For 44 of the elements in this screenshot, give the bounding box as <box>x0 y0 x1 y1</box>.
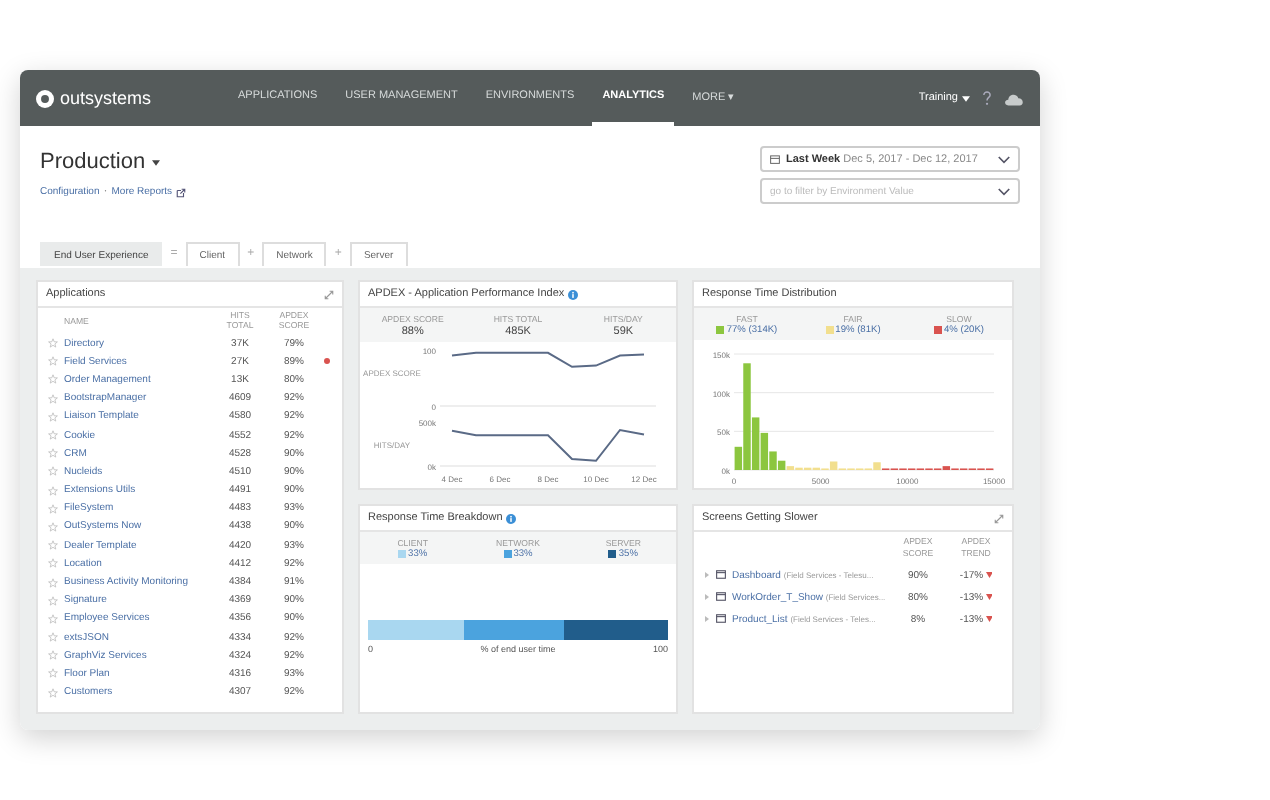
info-icon[interactable] <box>506 513 517 523</box>
star-icon[interactable] <box>48 613 58 624</box>
star-icon[interactable] <box>48 668 58 679</box>
star-icon[interactable] <box>48 411 58 422</box>
caret-icon <box>962 95 970 101</box>
star-icon[interactable] <box>48 687 58 698</box>
page-title: Production <box>40 150 146 174</box>
caret-icon[interactable] <box>151 159 160 165</box>
logo-text: outsystems <box>60 88 152 108</box>
bar-segment <box>368 620 464 640</box>
star-icon[interactable] <box>48 595 58 606</box>
star-icon[interactable] <box>48 503 58 514</box>
down-triangle-icon <box>985 594 993 600</box>
star-icon[interactable] <box>48 521 58 532</box>
star-icon[interactable] <box>48 485 58 496</box>
star-icon[interactable] <box>48 448 58 459</box>
bar-segment <box>563 620 668 640</box>
star-icon[interactable] <box>48 393 58 404</box>
star-icon[interactable] <box>48 338 58 349</box>
star-icon[interactable] <box>48 430 58 441</box>
chevron-down-icon <box>998 187 1010 195</box>
screen-icon <box>716 614 726 624</box>
star-icon[interactable] <box>48 374 58 385</box>
star-icon[interactable] <box>48 540 58 551</box>
info-icon[interactable] <box>568 289 579 299</box>
expand-icon[interactable] <box>994 513 1004 523</box>
cloud-icon[interactable] <box>1004 91 1024 105</box>
down-triangle-icon <box>985 616 993 622</box>
star-icon[interactable] <box>48 558 58 569</box>
screen-icon <box>716 592 726 602</box>
star-icon[interactable] <box>48 632 58 643</box>
help-icon[interactable] <box>982 90 992 106</box>
down-triangle-icon <box>985 572 993 578</box>
logo-icon <box>36 89 54 107</box>
external-link-icon <box>176 187 187 197</box>
star-icon[interactable] <box>48 650 58 661</box>
screen-icon <box>716 570 726 580</box>
calendar-icon <box>770 154 780 164</box>
chevron-down-icon <box>998 155 1010 163</box>
star-icon[interactable] <box>48 466 58 477</box>
expand-icon[interactable] <box>324 289 334 299</box>
bar-segment <box>464 620 563 640</box>
star-icon[interactable] <box>48 356 58 367</box>
star-icon[interactable] <box>48 577 58 588</box>
